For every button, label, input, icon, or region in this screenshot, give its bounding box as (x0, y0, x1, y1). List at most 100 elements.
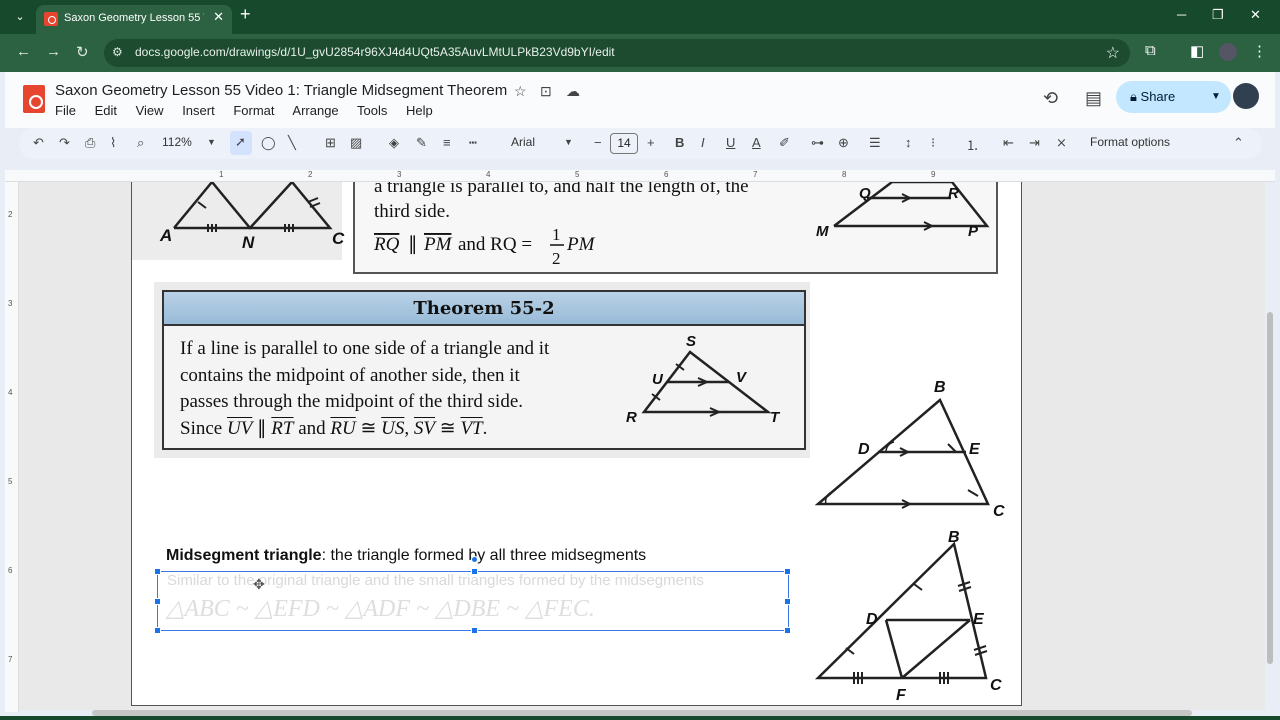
decrease-font-icon[interactable]: − (594, 135, 602, 150)
congruent-symbol-2: ≅ (439, 417, 456, 439)
forward-icon[interactable]: → (46, 43, 61, 60)
account-avatar[interactable] (1233, 83, 1259, 109)
align-icon[interactable]: ☰ (869, 135, 881, 151)
menu-format[interactable]: Format (233, 103, 274, 118)
theorem-55-1-image[interactable]: A N C a triangle is parallel to, and hal… (132, 182, 1022, 282)
scroll-thumb[interactable] (1267, 312, 1273, 664)
zoom-icon[interactable]: ⌕ (137, 135, 144, 151)
image-icon[interactable]: ▨ (350, 135, 362, 151)
font-dropdown-icon[interactable]: ▼ (564, 137, 573, 147)
document-title[interactable]: Saxon Geometry Lesson 55 Video 1: Triang… (55, 82, 507, 99)
highlight-icon[interactable]: ✐ (779, 135, 790, 151)
bookmark-star-icon[interactable]: ☆ (1106, 43, 1120, 63)
profile-avatar[interactable] (1219, 43, 1237, 61)
comments-icon[interactable]: ▤ (1085, 88, 1102, 109)
tab-search-icon[interactable]: ⌄ (9, 6, 31, 28)
new-tab-button[interactable]: + (240, 4, 251, 25)
menu-insert[interactable]: Insert (182, 103, 215, 118)
site-info-icon[interactable]: ⚙ (112, 45, 123, 59)
link-icon[interactable]: ⊶ (811, 135, 824, 151)
fill-color-icon[interactable]: ◈ (389, 135, 399, 151)
numbered-list-icon[interactable]: ⒈ (966, 135, 979, 154)
theorem-text-line1: a triangle is parallel to, and half the … (374, 182, 749, 197)
print-icon[interactable]: ⎙ (85, 135, 95, 151)
border-dash-icon[interactable]: ┅ (469, 135, 477, 151)
menu-tools[interactable]: Tools (357, 103, 387, 118)
vertical-scrollbar[interactable] (1265, 182, 1275, 710)
toolbar: ↶ ↷ ⎙ ⌇ ⌕ 112% ▼ ➚ ◯ ╲ ⊞ ▨ ◈ ✎ ≡ ┅ Arial… (19, 128, 1262, 159)
close-tab-icon[interactable]: ✕ (213, 9, 224, 25)
fig2-label-c: C (990, 677, 1002, 694)
clear-formatting-icon[interactable]: ⨯ (1056, 135, 1067, 151)
minimize-icon[interactable]: ─ (1177, 7, 1186, 22)
italic-icon[interactable]: I (701, 135, 705, 150)
move-folder-icon[interactable]: ⊡ (540, 83, 552, 100)
redo-icon[interactable]: ↷ (59, 135, 70, 151)
cloud-status-icon[interactable]: ☁ (566, 83, 580, 100)
bulleted-list-icon[interactable]: ⁝ (931, 135, 935, 151)
menu-view[interactable]: View (136, 103, 164, 118)
menu-edit[interactable]: Edit (95, 103, 117, 118)
format-options-button[interactable]: Format options (1090, 135, 1170, 149)
decrease-indent-icon[interactable]: ⇤ (1003, 135, 1014, 151)
extensions-icon[interactable]: ⧉ (1145, 42, 1156, 59)
text-box-icon[interactable]: ⊞ (325, 135, 336, 151)
increase-font-icon[interactable]: + (647, 135, 655, 150)
version-history-icon[interactable]: ⟲ (1043, 88, 1058, 109)
text-color-icon[interactable]: A (752, 135, 761, 150)
paint-format-icon[interactable]: ⌇ (110, 135, 116, 151)
resize-handle-top-right[interactable] (784, 568, 791, 575)
browser-tab[interactable]: Saxon Geometry Lesson 55 Vid ✕ (36, 5, 232, 34)
share-dropdown-icon[interactable]: ▼ (1203, 81, 1231, 113)
url-field[interactable]: ⚙ docs.google.com/drawings/d/1U_gvU2854r… (104, 39, 1130, 67)
rotate-handle[interactable] (471, 556, 478, 563)
line-icon[interactable]: ╲ (288, 135, 296, 151)
horizontal-ruler: 1 2 3 4 5 6 7 8 9 (5, 170, 1275, 182)
menu-arrange[interactable]: Arrange (292, 103, 338, 118)
shape-icon[interactable]: ◯ (261, 135, 276, 151)
zoom-select[interactable]: 112% (162, 135, 192, 149)
resize-handle-bottom-left[interactable] (154, 627, 161, 634)
label-m: M (816, 223, 829, 240)
resize-handle-left[interactable] (154, 598, 161, 605)
resize-handle-right[interactable] (784, 598, 791, 605)
midsegment-figures-image[interactable]: B D E A C B D E A F C (808, 370, 1022, 706)
undo-icon[interactable]: ↶ (33, 135, 44, 151)
drawings-logo-icon[interactable] (23, 85, 45, 113)
star-icon[interactable]: ☆ (514, 83, 527, 100)
back-icon[interactable]: ← (16, 43, 31, 60)
restore-icon[interactable]: ❐ (1212, 7, 1224, 23)
resize-handle-bottom-right[interactable] (784, 627, 791, 634)
collapse-toolbar-icon[interactable]: ⌃ (1233, 135, 1244, 151)
theorem-line-3: passes through the midpoint of the third… (180, 391, 524, 412)
resize-handle-bottom[interactable] (471, 627, 478, 634)
reload-icon[interactable]: ↻ (76, 43, 89, 61)
add-comment-icon[interactable]: ⊕ (838, 135, 849, 151)
increase-indent-icon[interactable]: ⇥ (1029, 135, 1040, 151)
border-color-icon[interactable]: ✎ (416, 135, 427, 151)
share-button[interactable]: 🔒︎ Share (1116, 81, 1203, 113)
border-weight-icon[interactable]: ≡ (443, 135, 451, 150)
menu-file[interactable]: File (55, 103, 76, 118)
url-text: docs.google.com/drawings/d/1U_gvU2854r96… (135, 45, 615, 59)
underline-icon[interactable]: U (726, 135, 735, 150)
zoom-dropdown-icon[interactable]: ▼ (207, 137, 216, 147)
browser-menu-icon[interactable]: ⋮ (1252, 42, 1267, 60)
tab-title: Saxon Geometry Lesson 55 Vid (64, 12, 204, 24)
formula-pm2: PM (566, 234, 596, 255)
line-spacing-icon[interactable]: ↕ (905, 135, 912, 150)
font-size-input[interactable]: 14 (610, 133, 638, 154)
menu-help[interactable]: Help (406, 103, 433, 118)
theorem-triangle-figure: S U V R T (626, 333, 781, 426)
fig1-label-e: E (969, 441, 981, 458)
resize-handle-top-left[interactable] (154, 568, 161, 575)
select-tool-button[interactable]: ➚ (230, 131, 252, 155)
theorem-55-2-image[interactable]: Theorem 55-2 If a line is parallel to on… (154, 282, 810, 458)
midsegment-definition[interactable]: Midsegment triangle: the triangle formed… (166, 547, 646, 565)
side-panel-icon[interactable]: ◧ (1190, 42, 1204, 60)
resize-handle-top[interactable] (471, 568, 478, 575)
font-select[interactable]: Arial (511, 135, 535, 149)
close-window-icon[interactable]: ✕ (1250, 7, 1261, 23)
bold-icon[interactable]: B (675, 135, 684, 150)
selected-text-box[interactable]: Similar to the original triangle and the… (154, 556, 791, 634)
